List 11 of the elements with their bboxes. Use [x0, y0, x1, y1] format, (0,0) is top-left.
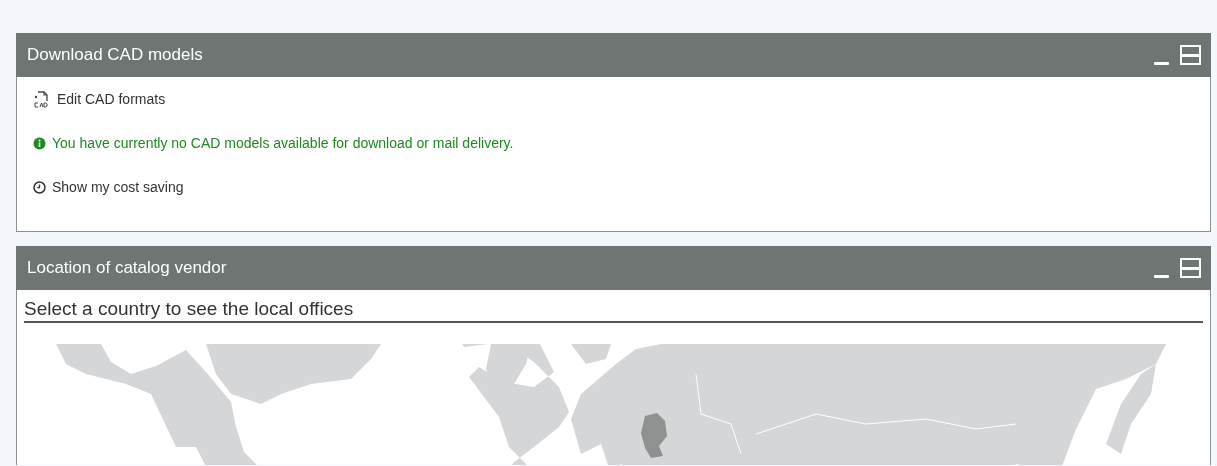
- action-link[interactable]: Edit CAD formats: [57, 88, 166, 110]
- info-icon: [33, 136, 46, 150]
- cad-file-icon: [33, 90, 51, 108]
- panel-title: Location of catalog vendor: [27, 257, 227, 280]
- maximize-button[interactable]: [1180, 258, 1201, 278]
- action-link[interactable]: Show my cost saving: [52, 176, 184, 198]
- clock-icon: [33, 180, 46, 194]
- maximize-button[interactable]: [1180, 45, 1201, 65]
- map-heading: Select a country to see the local offices: [24, 298, 1203, 323]
- panel-title: Download CAD models: [27, 44, 203, 67]
- info-message: You have currently no CAD models available for download or mail delivery.: [52, 133, 514, 153]
